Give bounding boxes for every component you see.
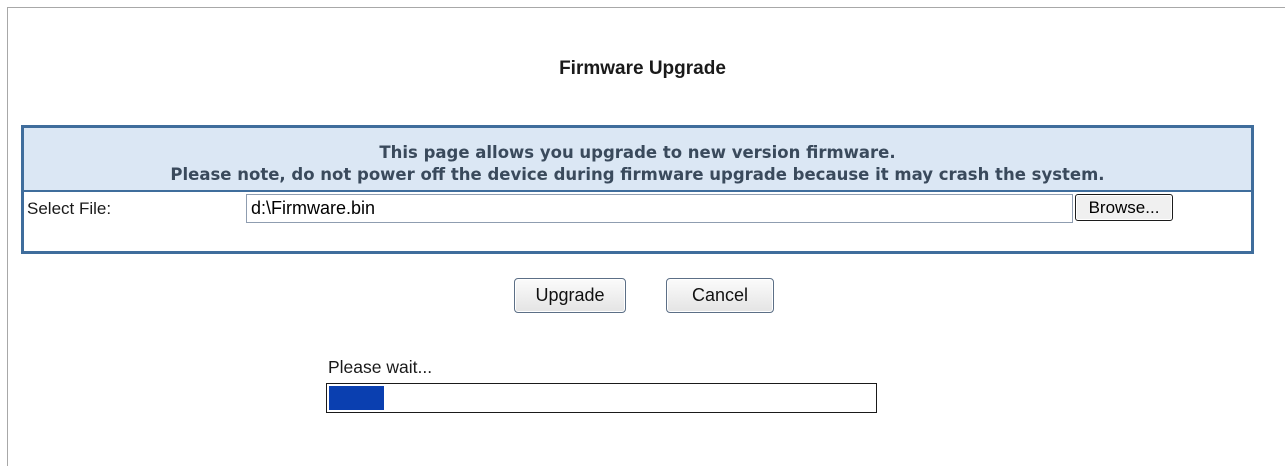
upgrade-button[interactable]: Upgrade (514, 278, 626, 313)
notice-line-1: This page allows you upgrade to new vers… (379, 143, 896, 162)
upgrade-panel: This page allows you upgrade to new vers… (21, 125, 1254, 254)
notice-line-2: Please note, do not power off the device… (170, 165, 1105, 184)
select-file-label: Select File: (27, 199, 112, 218)
file-select-row: Select File: Browse... (24, 192, 1251, 224)
notice-banner: This page allows you upgrade to new vers… (24, 128, 1251, 192)
file-path-input[interactable] (246, 194, 1073, 223)
cancel-button[interactable]: Cancel (666, 278, 774, 313)
page-title: Firmware Upgrade (559, 58, 726, 79)
progress-fill (329, 386, 384, 410)
upgrade-progress-bar (326, 383, 877, 413)
please-wait-label: Please wait... (328, 357, 433, 377)
browse-button[interactable]: Browse... (1075, 194, 1173, 221)
